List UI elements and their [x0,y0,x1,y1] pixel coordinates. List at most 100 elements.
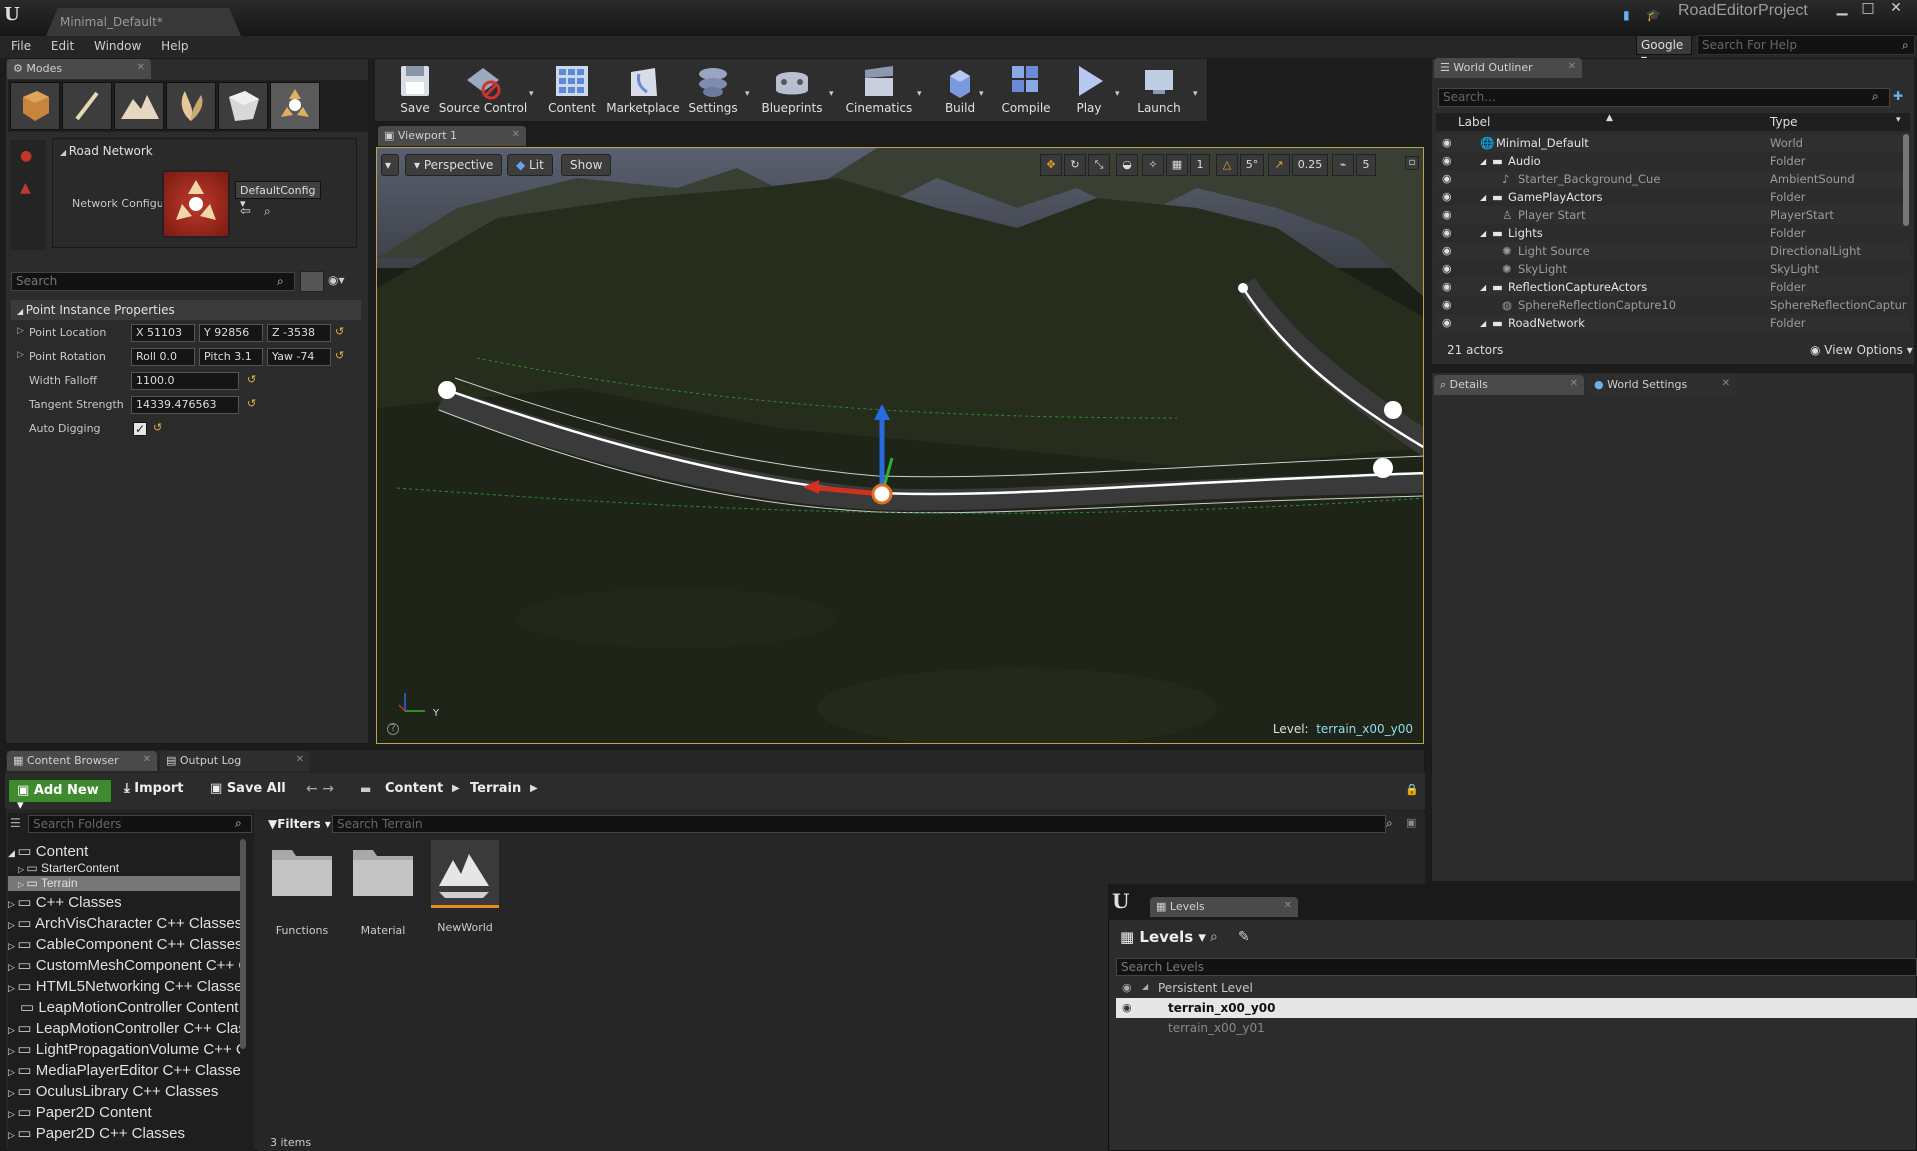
source-control-dropdown-icon[interactable]: ▾ [529,89,534,99]
tab-content-browser[interactable]: ▦ Content Browser ✕ [7,751,157,771]
levels-menu-button[interactable]: ▦ Levels ▾ [1120,928,1206,946]
source-control-button[interactable]: Source Control [435,62,531,120]
outliner-row[interactable]: ◉ 🌐 Minimal_Default World [1436,134,1910,152]
tab-viewport[interactable]: ▣ Viewport 1 ✕ [378,126,526,146]
rotate-mode-icon[interactable]: ↻ [1064,154,1086,176]
breadcrumb-terrain[interactable]: Terrain [470,781,521,796]
road-network-mode-icon[interactable] [270,82,320,130]
expand-arrow-icon[interactable]: ▷ [17,350,24,360]
help-search-input[interactable]: Search For Help [1697,35,1915,55]
settings-button[interactable]: Settings [681,62,745,120]
asset-tile[interactable]: Functions [265,840,339,937]
tree-item[interactable]: ▷ ▭ ArchVisCharacter C++ Classes [8,914,240,934]
expand-arrow-icon[interactable]: ▷ [8,1025,17,1035]
perspective-button[interactable]: ▾ Perspective [405,154,503,176]
asset-tile[interactable]: Material [346,840,420,937]
eye-icon[interactable]: ◉ [1442,298,1452,311]
outliner-scrollbar[interactable] [1903,134,1909,226]
modes-search-input[interactable]: Search [11,272,295,291]
tree-item-selected[interactable]: ▷ ▭ Terrain [8,876,240,891]
camera-speed-icon[interactable]: ⌁ [1332,154,1354,176]
menu-file[interactable]: File [0,36,31,53]
terrain-scene[interactable] [377,148,1424,744]
tree-item[interactable]: ▷ ▭ StarterContent [8,861,240,876]
close-icon[interactable]: ✕ [1284,900,1292,911]
scale-mode-icon[interactable]: ⤡ [1088,154,1110,176]
expand-arrow-icon[interactable]: ◢ [1480,229,1486,238]
expand-arrow-icon[interactable]: ◢ [1480,283,1486,292]
eye-icon[interactable]: ◉ [1442,172,1452,185]
marketplace-button[interactable]: Marketplace [605,62,681,120]
point-rotation-roll-field[interactable]: Roll 0.0 [131,348,195,366]
breadcrumb-chevron-icon[interactable]: ▶ [452,783,460,794]
eye-icon[interactable]: ◉ [1122,981,1132,994]
level-row-selected[interactable]: ◉ terrain_x00_y00 [1116,998,1917,1018]
launch-dropdown-icon[interactable]: ▾ [1193,89,1198,99]
level-viewport[interactable]: ▾ ▾ Perspective ◆ Lit Show ✥ ↻ ⤡ ◒ ✧ ▦ 1… [376,147,1424,744]
point-location-z-field[interactable]: Z -3538 [267,324,331,342]
reset-icon[interactable]: ↺ [335,349,344,362]
grid-view-icon[interactable] [300,271,324,292]
eye-icon[interactable]: ◉ [1442,280,1452,293]
asset-tile[interactable]: NewWorld [428,840,502,934]
rotation-snap-icon[interactable]: △ [1216,154,1238,176]
maximize-viewport-icon[interactable]: ▫ [1405,156,1419,170]
sources-toggle-icon[interactable]: ☰ [10,816,21,830]
expand-arrow-icon[interactable]: ◢ [1480,319,1486,328]
viewport-options-icon[interactable]: ▾ [381,154,399,176]
minimize-icon[interactable]: ▁ [1830,0,1854,18]
tree-item[interactable]: ◢ ▭ Content [8,842,240,862]
notification-icon[interactable]: ▮ [1623,8,1630,22]
blueprints-button[interactable]: Blueprints [759,62,825,120]
eye-icon[interactable]: ◉ [1122,1001,1132,1014]
tree-item[interactable]: ▷ ▭ CableComponent C++ Classes [8,935,240,955]
search-icon[interactable]: ⌕ [1386,816,1393,831]
close-window-icon[interactable]: ✕ [1884,0,1908,18]
tree-item[interactable]: ▷ ▭ Paper2D Content [8,1103,240,1123]
level-row[interactable]: ◉ ◢ Persistent Level [1116,978,1917,998]
expand-arrow-icon[interactable]: ◢ [8,848,17,858]
point-instance-properties-header[interactable]: Point Instance Properties [11,300,361,320]
tab-world-settings[interactable]: ● World Settings ✕ [1588,375,1736,395]
search-icon[interactable]: ⌕ [1872,89,1879,104]
close-icon[interactable]: ✕ [143,754,151,765]
create-folder-icon[interactable]: ✚ [1893,89,1903,103]
foliage-mode-icon[interactable] [166,82,216,130]
document-tab[interactable]: Minimal_Default* [46,8,241,36]
eye-icon[interactable]: ◉ [1442,208,1452,221]
road-tool-icon[interactable]: ● [20,148,46,164]
outliner-row[interactable]: ◉ ◢ ▬ ReflectionCaptureActors Folder [1436,278,1910,296]
save-search-icon[interactable]: ▣ [1406,816,1416,829]
add-new-button[interactable]: ▣ Add New ▾ [8,779,112,813]
tree-item[interactable]: ▷ ▭ LightPropagationVolume C++ Classes [8,1040,240,1060]
close-icon[interactable]: ✕ [1570,378,1578,389]
sort-ascending-icon[interactable]: ▲ [1606,113,1613,123]
expand-arrow-icon[interactable]: ▷ [8,941,17,951]
eye-icon[interactable]: ◉ [1442,190,1452,203]
grid-snap-value[interactable]: 1 [1190,154,1210,176]
reset-icon[interactable]: ↺ [247,373,256,386]
close-icon[interactable]: ✕ [137,62,145,73]
learn-icon[interactable]: 🎓 [1646,8,1661,22]
outliner-row[interactable]: ◉ ♙ Player Start PlayerStart [1436,206,1910,224]
point-location-y-field[interactable]: Y 92856 [199,324,263,342]
help-provider-select[interactable]: Google ▾ [1636,35,1692,66]
close-icon[interactable]: ✕ [512,129,520,140]
point-location-x-field[interactable]: X 51103 [131,324,195,342]
column-dropdown-icon[interactable]: ▾ [1896,115,1901,125]
search-icon[interactable]: ⌕ [277,274,284,289]
build-dropdown-icon[interactable]: ▾ [979,89,984,99]
play-button[interactable]: Play [1061,62,1117,120]
outliner-row[interactable]: ◉ ♪ Starter_Background_Cue AmbientSound [1436,170,1910,188]
column-type[interactable]: Type [1770,115,1798,129]
tangent-strength-field[interactable]: 14339.476563 [131,396,239,414]
paint-mode-icon[interactable] [62,82,112,130]
reset-icon[interactable]: ↺ [247,397,256,410]
blueprints-dropdown-icon[interactable]: ▾ [829,89,834,99]
levels-search-input[interactable]: Search Levels [1116,958,1917,976]
tab-details[interactable]: ⌕ Details ✕ [1434,375,1584,395]
level-details-icon[interactable]: ⌕ [1210,929,1218,945]
column-label[interactable]: Label [1458,115,1490,129]
width-falloff-field[interactable]: 1100.0 [131,372,239,390]
tree-item[interactable]: ▷ ▭ HTML5Networking C++ Classes [8,977,240,997]
